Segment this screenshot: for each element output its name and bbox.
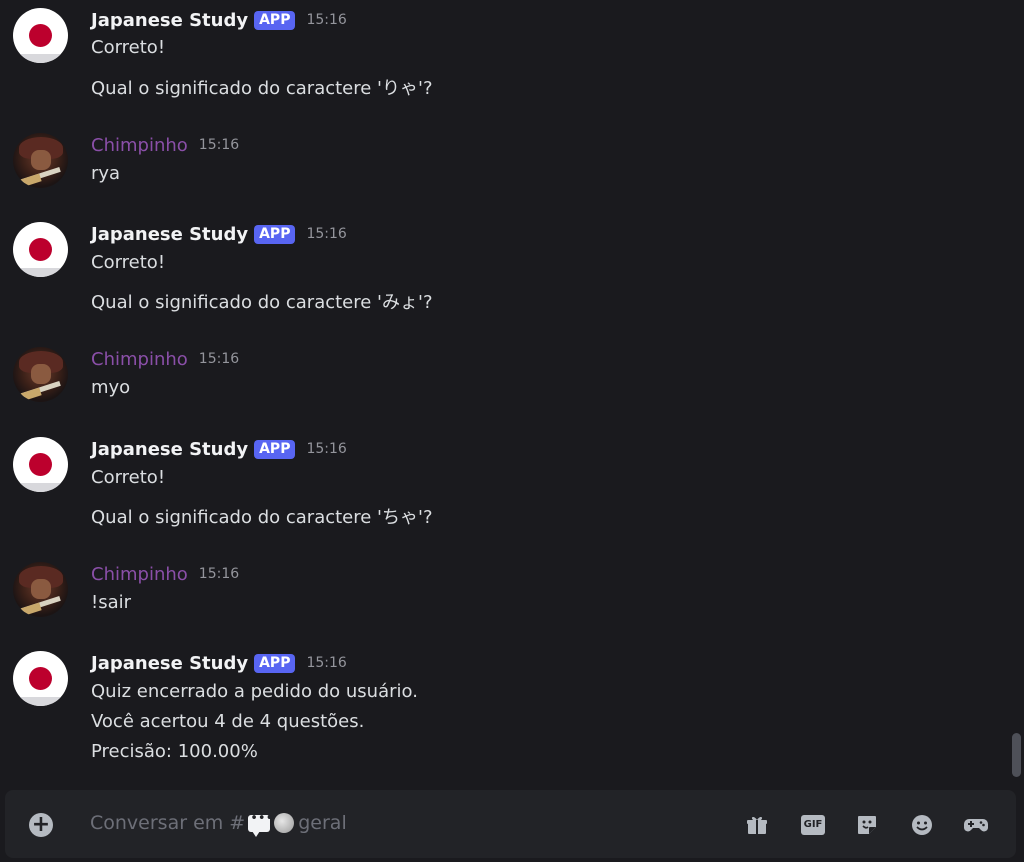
avatar-face-shape <box>31 150 51 170</box>
app-badge: APP <box>254 439 296 459</box>
message-header: Chimpinho 15:16 <box>91 133 239 157</box>
user-avatar[interactable] <box>13 347 68 402</box>
message-header: Chimpinho 15:16 <box>91 562 239 586</box>
gift-icon[interactable] <box>744 812 770 838</box>
placeholder-prefix: Conversar em # <box>90 812 246 834</box>
avatar-hilt-shape <box>16 173 42 188</box>
user-avatar[interactable] <box>13 562 68 617</box>
author-name[interactable]: Japanese Study <box>91 10 248 31</box>
message-text: Correto! <box>91 252 166 273</box>
message-text: !sair <box>91 592 132 613</box>
bot-avatar[interactable] <box>13 222 68 277</box>
message-header: Chimpinho 15:16 <box>91 347 239 371</box>
message-header: Japanese Study APP 15:16 <box>91 8 347 32</box>
author-name[interactable]: Japanese Study <box>91 224 248 245</box>
sticker-icon[interactable] <box>854 812 880 838</box>
app-badge: APP <box>254 224 296 244</box>
app-badge: APP <box>254 10 296 30</box>
bot-avatar[interactable] <box>13 8 68 63</box>
message-input[interactable]: Conversar em # geral <box>90 811 347 837</box>
bot-avatar[interactable] <box>13 437 68 492</box>
timestamp[interactable]: 15:16 <box>199 137 239 153</box>
message-list: Japanese Study APP 15:16 Correto! Qual o… <box>0 0 1024 790</box>
message-text: Você acertou 4 de 4 questões. <box>91 711 365 732</box>
message-text: Quiz encerrado a pedido do usuário. <box>91 681 418 702</box>
message-header: Japanese Study APP 15:16 <box>91 222 347 246</box>
avatar-hilt-shape <box>16 602 42 617</box>
channel-emoji-icon <box>274 813 295 833</box>
message-text: myo <box>91 377 131 398</box>
user-avatar[interactable] <box>13 133 68 188</box>
gif-icon[interactable]: GIF <box>800 812 826 838</box>
author-name[interactable]: Chimpinho <box>91 135 188 156</box>
message-header: Japanese Study APP 15:16 <box>91 651 347 675</box>
timestamp[interactable]: 15:16 <box>199 566 239 582</box>
avatar-face-shape <box>31 364 51 384</box>
message-text: Qual o significado do caractere 'みょ'? <box>91 292 433 313</box>
message-text: Qual o significado do caractere 'ちゃ'? <box>91 507 433 528</box>
message-composer[interactable]: + Conversar em # geral GIF <box>5 790 1016 858</box>
timestamp[interactable]: 15:16 <box>306 441 346 457</box>
timestamp[interactable]: 15:16 <box>306 226 346 242</box>
emoji-icon[interactable] <box>909 812 935 838</box>
scrollbar-thumb[interactable] <box>1012 733 1021 777</box>
activities-icon[interactable] <box>963 812 989 838</box>
bot-avatar[interactable] <box>13 651 68 706</box>
message-text: Precisão: 100.00% <box>91 741 258 762</box>
timestamp[interactable]: 15:16 <box>306 655 346 671</box>
add-attachment-icon[interactable]: + <box>29 813 53 837</box>
channel-name: geral <box>298 812 347 834</box>
author-name[interactable]: Chimpinho <box>91 349 188 370</box>
author-name[interactable]: Japanese Study <box>91 653 248 674</box>
message-text: Qual o significado do caractere 'りゃ'? <box>91 78 433 99</box>
message-text: Correto! <box>91 467 166 488</box>
message-header: Japanese Study APP 15:16 <box>91 437 347 461</box>
app-badge: APP <box>254 653 296 673</box>
author-name[interactable]: Japanese Study <box>91 439 248 460</box>
timestamp[interactable]: 15:16 <box>199 351 239 367</box>
avatar-face-shape <box>31 579 51 599</box>
timestamp[interactable]: 15:16 <box>306 12 346 28</box>
message-text: Correto! <box>91 37 166 58</box>
message-text: rya <box>91 163 121 184</box>
avatar-hilt-shape <box>16 387 42 402</box>
speech-bubble-icon <box>248 811 273 837</box>
author-name[interactable]: Chimpinho <box>91 564 188 585</box>
